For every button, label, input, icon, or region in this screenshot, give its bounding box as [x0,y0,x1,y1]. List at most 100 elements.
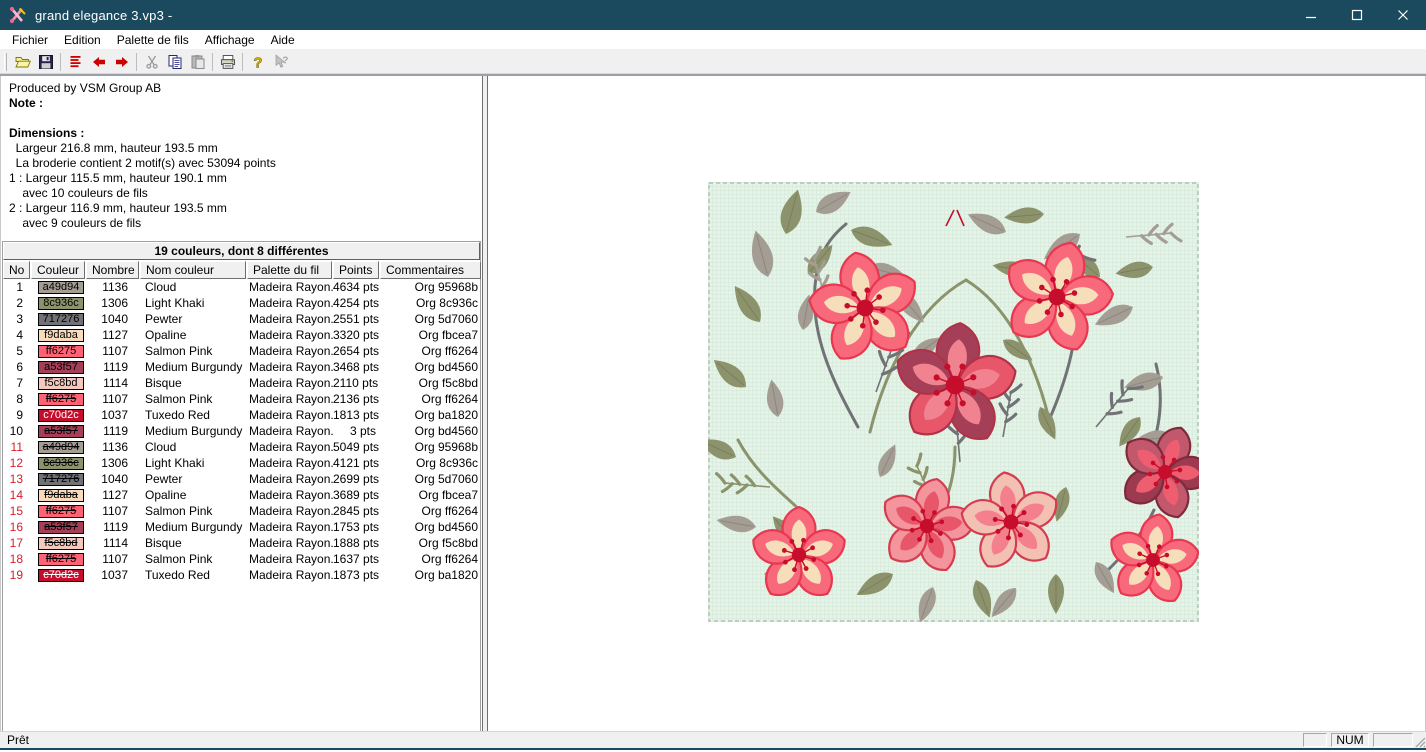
color-cell: a53f57 [31,519,86,535]
table-row[interactable]: 19c70d2c1037Tuxedo RedMadeira Rayon...18… [3,567,480,583]
table-row[interactable]: 9c70d2c1037Tuxedo RedMadeira Rayon...181… [3,407,480,423]
color-name: Pewter [140,471,247,487]
toolbar: ?? [0,50,1426,74]
color-cell: a49d94 [31,279,86,295]
info-line: Dimensions : [9,126,478,141]
table-row[interactable]: 5ff62751107Salmon PinkMadeira Rayon...26… [3,343,480,359]
column-header-no[interactable]: No [3,261,30,279]
color-name: Tuxedo Red [140,567,247,583]
menu-aide[interactable]: Aide [263,31,303,49]
column-header-nombre[interactable]: Nombre [86,261,139,279]
color-cell: f9daba [31,487,86,503]
color-swatch: 717276 [38,473,84,486]
column-header-commentaires[interactable]: Commentaires [380,261,481,279]
info-line: avec 10 couleurs de fils [9,186,478,201]
thread-number: 1119 [86,423,140,439]
cut-button [140,51,163,73]
table-row[interactable]: 128c936c1306Light KhakiMadeira Rayon...4… [3,455,480,471]
resize-grip[interactable] [1413,735,1426,748]
color-table-body: 1a49d941136CloudMadeira Rayon...4634 pts… [3,279,480,583]
stitch-count: 1637 pts [333,551,380,567]
info-line: Produced by VSM Group AB [9,81,478,96]
next-button[interactable] [110,51,133,73]
window-title: grand elegance 3.vp3 - [35,8,172,23]
toolbar-gripper[interactable] [4,53,7,71]
color-cell: a49d94 [31,439,86,455]
table-row[interactable]: 4f9daba1127OpalineMadeira Rayon...3320 p… [3,327,480,343]
color-name: Medium Burgundy [140,519,247,535]
color-swatch: a49d94 [38,441,84,454]
embroidery-canvas[interactable] [708,182,1199,622]
menu-edition[interactable]: Edition [56,31,109,49]
thread-number: 1119 [86,519,140,535]
thread-number: 1107 [86,391,140,407]
info-line: 2 : Largeur 116.9 mm, hauteur 193.5 mm [9,201,478,216]
column-header-palette-du-fil[interactable]: Palette du fil [247,261,332,279]
thread-palette: Madeira Rayon... [247,455,333,471]
table-row[interactable]: 8ff62751107Salmon PinkMadeira Rayon...21… [3,391,480,407]
previous-button[interactable] [87,51,110,73]
table-row[interactable]: 11a49d941136CloudMadeira Rayon...5049 pt… [3,439,480,455]
row-number: 1 [3,279,31,295]
table-row[interactable]: 6a53f571119Medium BurgundyMadeira Rayon.… [3,359,480,375]
close-button[interactable] [1380,0,1426,30]
thread-number: 1107 [86,503,140,519]
thread-number: 1040 [86,471,140,487]
color-name: Medium Burgundy [140,423,247,439]
thread-palette: Madeira Rayon... [247,295,333,311]
print-button[interactable] [216,51,239,73]
thread-palette: Madeira Rayon... [247,375,333,391]
column-header-points[interactable]: Points [333,261,379,279]
status-indicators: NUM [1303,733,1413,747]
thread-palette: Madeira Rayon... [247,439,333,455]
comment: Org ff6264 [380,391,482,407]
color-name: Salmon Pink [140,343,247,359]
stitch-count: 2551 pts [333,311,380,327]
comment: Org fbcea7 [380,327,482,343]
row-number: 8 [3,391,31,407]
color-cell: 717276 [31,311,86,327]
save-button[interactable] [34,51,57,73]
color-list-button[interactable] [64,51,87,73]
copy-button[interactable] [163,51,186,73]
thread-number: 1114 [86,535,140,551]
paste-button [186,51,209,73]
row-number: 6 [3,359,31,375]
menu-fichier[interactable]: Fichier [4,31,56,49]
table-row[interactable]: 15ff62751107Salmon PinkMadeira Rayon...2… [3,503,480,519]
table-row[interactable]: 16a53f571119Medium BurgundyMadeira Rayon… [3,519,480,535]
table-row[interactable]: 14f9daba1127OpalineMadeira Rayon...3689 … [3,487,480,503]
help-button[interactable]: ? [246,51,269,73]
table-row[interactable]: 37172761040PewterMadeira Rayon...2551 pt… [3,311,480,327]
color-swatch: ff6275 [38,505,84,518]
color-cell: f5c8bd [31,535,86,551]
table-row[interactable]: 1a49d941136CloudMadeira Rayon...4634 pts… [3,279,480,295]
table-row[interactable]: 10a53f571119Medium BurgundyMadeira Rayon… [3,423,480,439]
embroidery-design [708,182,1199,622]
app-window: grand elegance 3.vp3 - FichierEditionPal… [0,0,1426,750]
row-number: 3 [3,311,31,327]
menu-palette-de-fils[interactable]: Palette de fils [109,31,197,49]
menu-affichage[interactable]: Affichage [197,31,263,49]
color-name: Pewter [140,311,247,327]
column-header-nom-couleur[interactable]: Nom couleur [140,261,246,279]
color-swatch: a53f57 [38,425,84,438]
thread-palette: Madeira Rayon... [247,343,333,359]
open-button[interactable] [11,51,34,73]
color-swatch: ff6275 [38,393,84,406]
color-name: Salmon Pink [140,391,247,407]
maximize-button[interactable] [1334,0,1380,30]
thread-number: 1136 [86,439,140,455]
comment: Org ba1820 [380,407,482,423]
table-row[interactable]: 137172761040PewterMadeira Rayon...2699 p… [3,471,480,487]
table-row[interactable]: 7f5c8bd1114BisqueMadeira Rayon...2110 pt… [3,375,480,391]
column-header-couleur[interactable]: Couleur [31,261,85,279]
stitch-count: 4254 pts [333,295,380,311]
thread-number: 1127 [86,487,140,503]
table-row[interactable]: 18ff62751107Salmon PinkMadeira Rayon...1… [3,551,480,567]
table-row[interactable]: 17f5c8bd1114BisqueMadeira Rayon...1888 p… [3,535,480,551]
color-name: Salmon Pink [140,503,247,519]
minimize-button[interactable] [1288,0,1334,30]
row-number: 4 [3,327,31,343]
table-row[interactable]: 28c936c1306Light KhakiMadeira Rayon...42… [3,295,480,311]
